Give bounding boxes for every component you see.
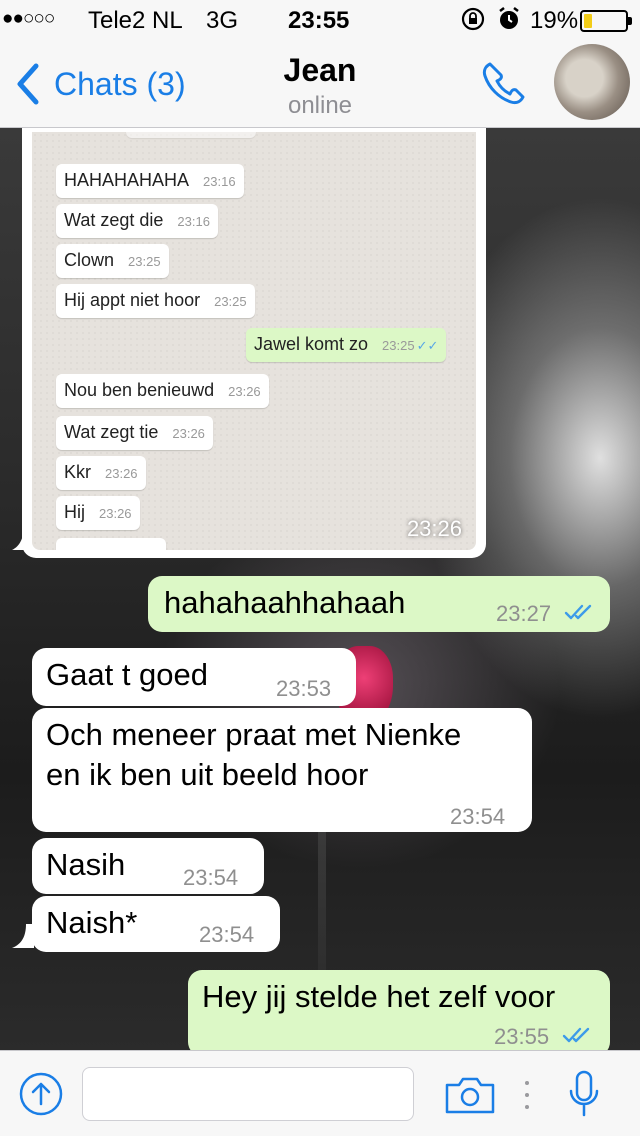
double-check-icon	[562, 1027, 590, 1043]
screenshot-bubble: Wat zegt tie 23:26	[56, 416, 213, 450]
message-text: Nasih	[46, 847, 126, 882]
message-text-line2: en ik ben uit beeld hoor	[46, 757, 369, 792]
back-button[interactable]: Chats (3)	[14, 58, 186, 110]
mic-icon	[569, 1070, 599, 1117]
back-label: Chats (3)	[54, 65, 186, 102]
screenshot-bubble-outgoing: Jawel komt zo 23:25 ✓✓	[246, 328, 447, 362]
screenshot-bubble: Wat zegt die 23:16	[56, 204, 218, 238]
image-timestamp: 23:26	[406, 516, 462, 541]
call-button[interactable]	[478, 58, 528, 108]
clock: 23:55	[288, 7, 350, 34]
screenshot-bubble-cut	[56, 538, 166, 550]
camera-icon	[445, 1077, 495, 1114]
message-text: Hey jij stelde het zelf voor	[202, 979, 556, 1014]
outgoing-message[interactable]: hahahaahhahaah 23:27	[148, 576, 610, 632]
phone-icon	[482, 62, 525, 105]
message-time: 23:27	[496, 601, 552, 626]
screenshot-bubble: Clown 23:25	[56, 244, 169, 278]
status-bar: ●●○○○ Tele2 NL 3G 23:55 19%	[0, 0, 640, 40]
message-text: hahahaahhahaah	[164, 585, 406, 620]
divider-dots	[522, 1073, 532, 1117]
outgoing-message[interactable]: Hey jij stelde het zelf voor 23:55	[188, 970, 610, 1050]
carrier-name: Tele2 NL	[88, 7, 183, 34]
double-check-icon	[564, 604, 592, 620]
shared-screenshot-image[interactable]: HAHAHAHAHA 23:16 Wat zegt die 23:16 Clown 2…	[32, 132, 476, 550]
alarm-icon	[497, 6, 521, 39]
screenshot-bubble: Kkr 23:26	[56, 456, 146, 490]
message-time: 23:53	[276, 676, 332, 701]
incoming-message[interactable]: Naish* 23:54	[32, 896, 280, 952]
image-message[interactable]: HAHAHAHAHA 23:16 Wat zegt die 23:16 Clown 2…	[22, 128, 486, 558]
message-text: Och meneer praat met Nienke	[46, 717, 462, 752]
message-time: 23:54	[199, 922, 255, 947]
navigation-header: ●●○○○ Tele2 NL 3G 23:55 19% Chats (3) Je…	[0, 0, 640, 128]
incoming-message[interactable]: Gaat t goed 23:53	[32, 648, 356, 706]
contact-name[interactable]: Jean	[220, 52, 420, 89]
attach-button[interactable]	[18, 1071, 64, 1117]
message-text: Gaat t goed	[46, 657, 209, 692]
contact-avatar[interactable]	[554, 44, 630, 120]
battery-icon	[580, 10, 632, 32]
rotation-lock-icon	[460, 6, 486, 39]
incoming-message[interactable]: Nasih 23:54	[32, 838, 264, 894]
network-type: 3G	[206, 7, 239, 34]
message-text: Naish*	[46, 905, 138, 940]
signal-strength: ●●○○○	[2, 8, 55, 29]
screenshot-bubble: Nou ben benieuwd 23:26	[56, 374, 269, 408]
message-time: 23:54	[183, 865, 239, 890]
message-input[interactable]	[82, 1067, 414, 1121]
camera-button[interactable]	[444, 1075, 496, 1115]
voice-note-button[interactable]	[566, 1069, 602, 1119]
battery-percentage: 19%	[530, 7, 579, 34]
screenshot-bubble: Hij 23:26	[56, 496, 140, 530]
screenshot-bubble: Hij appt niet hoor 23:25	[56, 284, 255, 318]
screenshot-bubble: HAHAHAHAHA 23:16	[56, 164, 244, 198]
screenshot-bubble-cut	[126, 132, 256, 138]
chat-area[interactable]: HAHAHAHAHA 23:16 Wat zegt die 23:16 Clown 2…	[0, 128, 640, 1050]
upload-arrow-icon	[19, 1072, 63, 1116]
bubble-tail	[12, 924, 34, 948]
battery-level	[584, 14, 592, 28]
incoming-message[interactable]: Och meneer praat met Nienke en ik ben ui…	[32, 708, 532, 832]
contact-status: online	[287, 92, 353, 119]
chevron-left-icon	[17, 63, 39, 105]
message-time: 23:54	[450, 804, 506, 829]
message-input-bar	[0, 1050, 640, 1136]
message-time: 23:55	[494, 1024, 550, 1049]
